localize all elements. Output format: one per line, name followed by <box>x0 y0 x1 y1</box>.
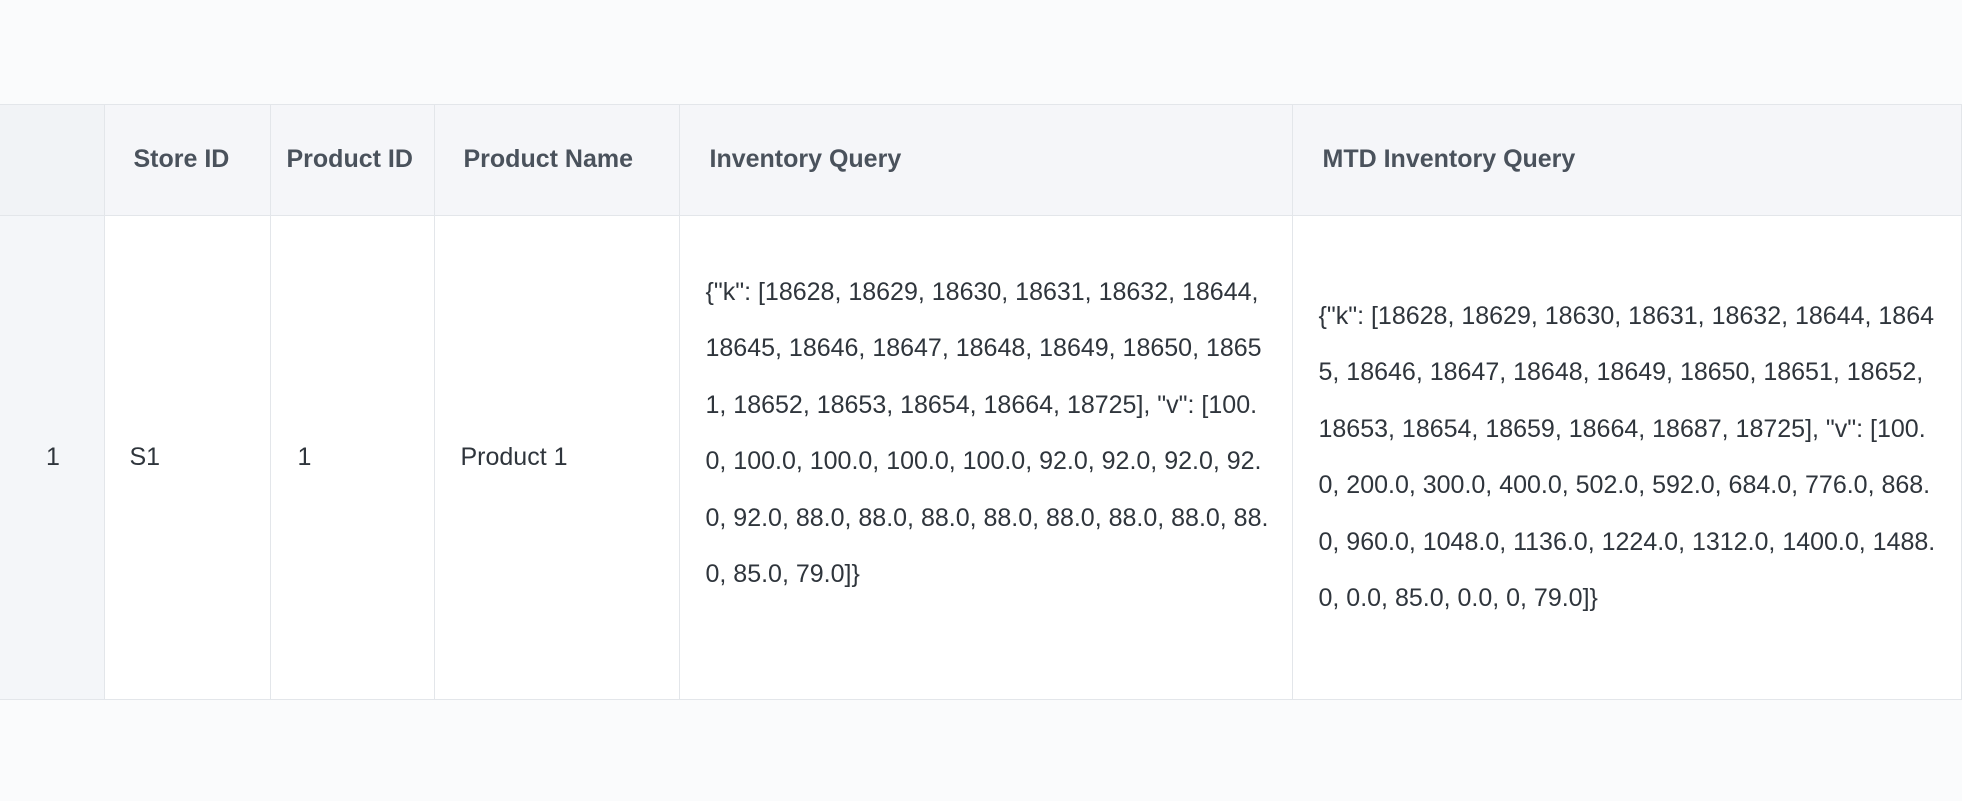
inventory-query-cell: {"k": [18628, 18629, 18630, 18631, 18632… <box>678 215 1292 699</box>
column-header-index[interactable] <box>0 105 104 216</box>
results-table-container: Store ID Product ID Product Name Invento… <box>0 104 1962 700</box>
mtd-inventory-query-text: {"k": [18628, 18629, 18630, 18631, 18632… <box>1318 301 1936 613</box>
product-name-cell: Product 1 <box>433 215 679 699</box>
column-header-store-id[interactable]: Store ID <box>103 105 270 216</box>
store-id-cell: S1 <box>103 215 270 699</box>
row-index-cell: 1 <box>0 215 104 699</box>
table-body: 1 S1 1 Product 1 {"k": [18628, 18629, 18… <box>0 215 1961 699</box>
table-row[interactable]: 1 S1 1 Product 1 {"k": [18628, 18629, 18… <box>0 215 1961 699</box>
product-id-cell: 1 <box>269 215 434 699</box>
header-row: Store ID Product ID Product Name Invento… <box>0 105 1961 216</box>
column-header-mtd-inventory-query[interactable]: MTD Inventory Query <box>1291 105 1961 216</box>
mtd-inventory-query-cell: {"k": [18628, 18629, 18630, 18631, 18632… <box>1291 215 1961 699</box>
column-header-inventory-query[interactable]: Inventory Query <box>678 105 1292 216</box>
inventory-query-text: {"k": [18628, 18629, 18630, 18631, 18632… <box>705 277 1269 589</box>
results-table: Store ID Product ID Product Name Invento… <box>0 105 1961 699</box>
column-header-product-name[interactable]: Product Name <box>433 105 679 216</box>
table-header: Store ID Product ID Product Name Invento… <box>0 105 1961 216</box>
column-header-product-id[interactable]: Product ID <box>269 105 434 216</box>
